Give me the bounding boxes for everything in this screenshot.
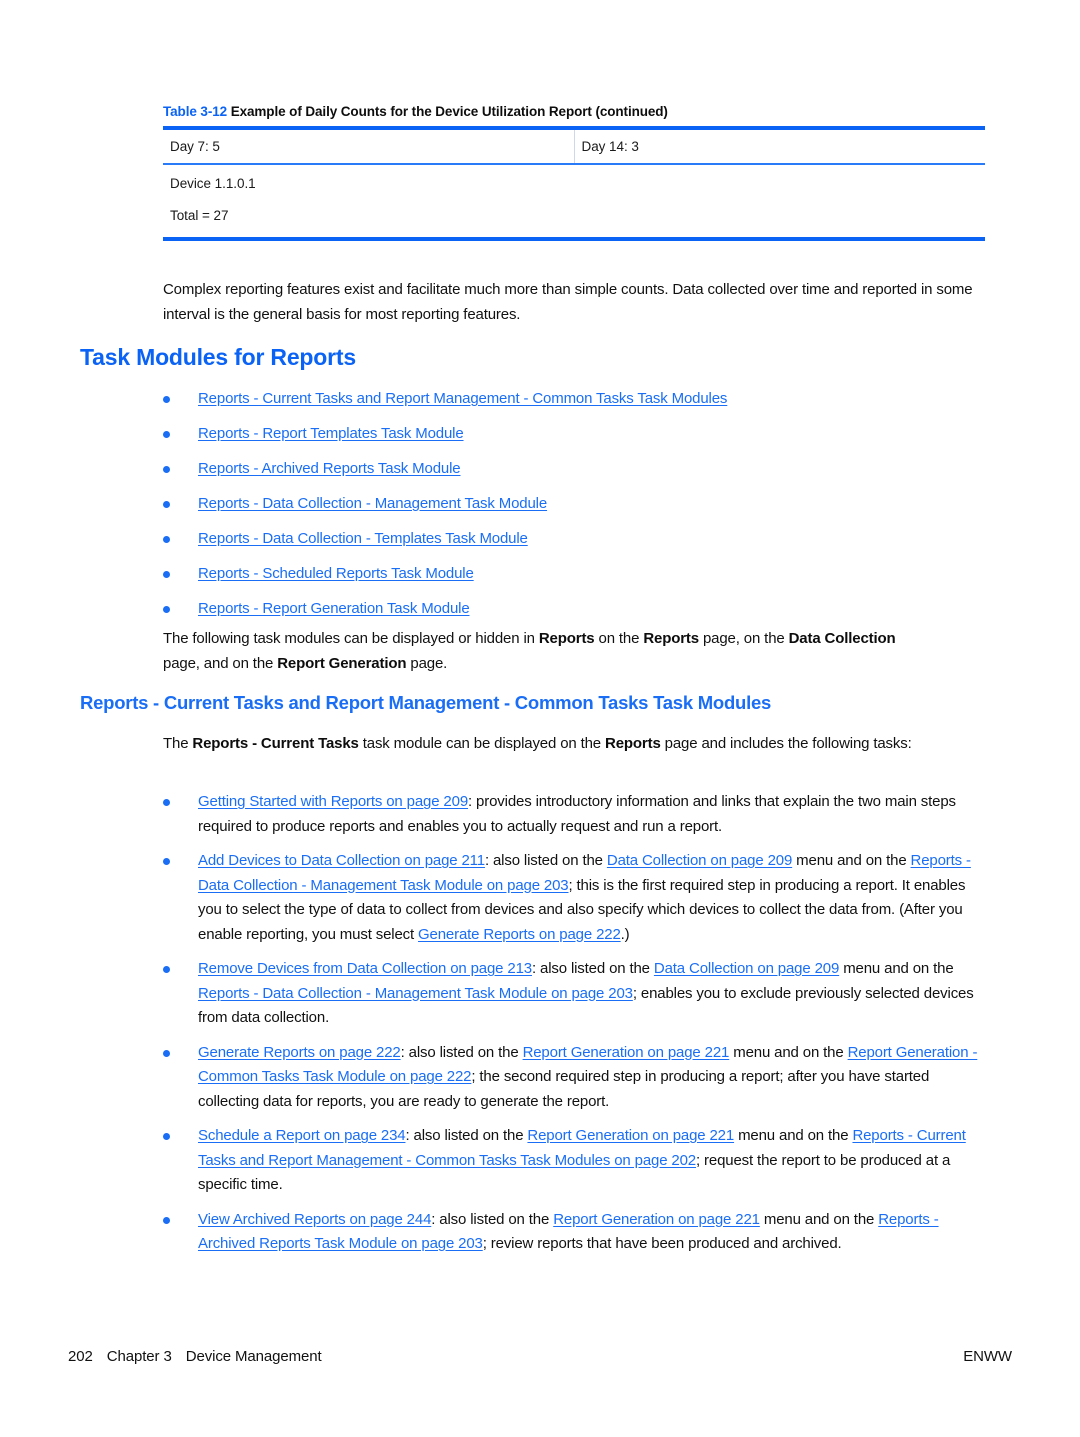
task-text: : also listed on the [400, 1043, 523, 1061]
link-data-collection[interactable]: Data Collection on page 209 [654, 960, 839, 977]
daily-counts-table: Day 7: 5 Day 14: 3 Device 1.1.0.1 Total … [163, 126, 985, 241]
list-item[interactable]: Generate Reports on page 222: also liste… [155, 1041, 985, 1115]
para-bold-report-generation: Report Generation [277, 654, 407, 672]
para-text: page, and on the [163, 654, 278, 672]
section-heading-common-tasks: Reports - Current Tasks and Report Manag… [80, 692, 772, 713]
list-item[interactable]: Reports - Data Collection - Management T… [155, 492, 985, 517]
task-text: menu and on the [729, 1043, 848, 1061]
para-bold-reports-1: Reports [538, 630, 595, 647]
link-report-generation-task-module[interactable]: Reports - Report Generation Task Module [198, 600, 470, 617]
list-item[interactable]: Reports - Data Collection - Templates Ta… [155, 527, 985, 552]
task-text: : also listed on the [484, 852, 607, 869]
link-remove-devices-from-data-collection[interactable]: Remove Devices from Data Collection on p… [198, 960, 532, 977]
bullet-icon [163, 431, 170, 438]
task-text: menu and on the [734, 1127, 853, 1144]
bullet-icon [163, 1133, 170, 1140]
page-footer: 202 Chapter 3 Device Management ENWW [68, 1348, 1012, 1365]
task-text: ; review reports that have been produced… [482, 1235, 842, 1252]
table-cell-day7: Day 7: 5 [163, 126, 575, 165]
link-common-tasks-task-modules[interactable]: Reports - Current Tasks and Report Manag… [198, 390, 727, 407]
list-item[interactable]: Schedule a Report on page 234: also list… [155, 1124, 985, 1198]
bullet-icon [163, 536, 170, 543]
para-bold-data-collection: Data Collection [788, 630, 896, 647]
displayed-hidden-paragraph: The following task modules can be displa… [163, 627, 923, 676]
list-item[interactable]: Reports - Report Templates Task Module [155, 422, 985, 447]
para-text: task module can be displayed on the [358, 735, 606, 752]
table-block: Table 3-12 Example of Daily Counts for t… [163, 104, 985, 241]
para-text: The [163, 735, 193, 752]
table-caption: Table 3-12 Example of Daily Counts for t… [163, 104, 985, 119]
task-text: : also listed on the [405, 1127, 528, 1144]
link-report-generation[interactable]: Report Generation on page 221 [527, 1127, 734, 1144]
para-text: page, on the [698, 630, 789, 647]
link-data-collection-management-task-module[interactable]: Reports - Data Collection - Management T… [198, 495, 547, 512]
link-report-generation[interactable]: Report Generation on page 221 [553, 1211, 760, 1228]
link-generate-reports[interactable]: Generate Reports on page 222 [418, 926, 621, 943]
footer-page-number: 202 [68, 1348, 93, 1365]
table-cell-total: Total = 27 [170, 208, 229, 223]
footer-chapter-title: Device Management [185, 1348, 322, 1365]
list-item[interactable]: Getting Started with Reports on page 209… [155, 790, 985, 839]
task-text: menu and on the [792, 852, 911, 869]
bullet-icon [163, 1049, 170, 1057]
para-bold-reports-current-tasks: Reports - Current Tasks [192, 735, 359, 752]
list-item[interactable]: Reports - Scheduled Reports Task Module [155, 562, 985, 587]
link-getting-started-with-reports[interactable]: Getting Started with Reports on page 209 [198, 793, 468, 810]
footer-chapter: Chapter 3 [106, 1348, 172, 1365]
task-text: : also listed on the [431, 1210, 554, 1228]
para-text: page and includes the following tasks: [660, 735, 912, 752]
para-text: on the [594, 630, 644, 647]
bullet-icon [163, 501, 170, 508]
table-cell-summary: Device 1.1.0.1 Total = 27 [163, 164, 985, 241]
list-item[interactable]: Reports - Report Generation Task Module [155, 597, 985, 622]
list-item[interactable]: View Archived Reports on page 244: also … [155, 1208, 985, 1257]
task-description-list: Getting Started with Reports on page 209… [155, 790, 985, 1267]
table-cell-day14: Day 14: 3 [574, 126, 985, 165]
task-text: .) [620, 925, 630, 943]
link-view-archived-reports[interactable]: View Archived Reports on page 244 [198, 1211, 431, 1228]
bullet-icon [163, 396, 170, 403]
bullet-icon [163, 466, 170, 473]
link-report-generation[interactable]: Report Generation on page 221 [523, 1044, 730, 1061]
task-text: : also listed on the [531, 960, 654, 977]
para-bold-reports: Reports [605, 735, 661, 752]
link-schedule-a-report[interactable]: Schedule a Report on page 234 [198, 1127, 406, 1144]
bullet-icon [163, 799, 170, 806]
link-generate-reports[interactable]: Generate Reports on page 222 [198, 1044, 401, 1061]
bullet-icon [163, 966, 170, 973]
list-item[interactable]: Add Devices to Data Collection on page 2… [155, 849, 985, 947]
table-row: Device 1.1.0.1 Total = 27 [163, 164, 985, 241]
task-text: menu and on the [759, 1210, 879, 1228]
intro-paragraph: Complex reporting features exist and fac… [163, 281, 973, 323]
link-add-devices-to-data-collection[interactable]: Add Devices to Data Collection on page 2… [198, 852, 485, 869]
list-item[interactable]: Reports - Current Tasks and Report Manag… [155, 387, 985, 412]
list-item[interactable]: Reports - Archived Reports Task Module [155, 457, 985, 482]
link-archived-reports-task-module[interactable]: Reports - Archived Reports Task Module [198, 460, 461, 477]
table-cell-device: Device 1.1.0.1 [170, 176, 256, 191]
footer-right-label: ENWW [963, 1348, 1012, 1365]
link-scheduled-reports-task-module[interactable]: Reports - Scheduled Reports Task Module [198, 565, 474, 582]
bullet-icon [163, 571, 170, 578]
common-tasks-intro-paragraph: The Reports - Current Tasks task module … [163, 732, 963, 757]
footer-left: 202 Chapter 3 Device Management [68, 1348, 322, 1365]
table-caption-title: Example of Daily Counts for the Device U… [230, 104, 668, 119]
para-text: page. [406, 654, 448, 672]
link-data-collection-management-task-module[interactable]: Reports - Data Collection - Management T… [198, 985, 633, 1002]
para-text: The following task modules can be displa… [163, 630, 539, 647]
list-item[interactable]: Remove Devices from Data Collection on p… [155, 957, 985, 1031]
bullet-icon [163, 858, 170, 865]
table-row: Day 7: 5 Day 14: 3 [163, 126, 985, 165]
task-text: menu and on the [839, 960, 954, 977]
link-data-collection[interactable]: Data Collection on page 209 [607, 852, 792, 869]
para-bold-reports-2: Reports [643, 630, 699, 647]
bullet-icon [163, 1216, 170, 1224]
table-caption-number: Table 3-12 [163, 104, 228, 119]
bullet-icon [163, 606, 170, 613]
link-report-templates-task-module[interactable]: Reports - Report Templates Task Module [198, 425, 464, 442]
page-title: Task Modules for Reports [80, 344, 356, 370]
link-data-collection-templates-task-module[interactable]: Reports - Data Collection - Templates Ta… [198, 530, 528, 547]
task-module-link-list: Reports - Current Tasks and Report Manag… [155, 387, 985, 632]
document-page: Table 3-12 Example of Daily Counts for t… [0, 0, 1080, 1437]
